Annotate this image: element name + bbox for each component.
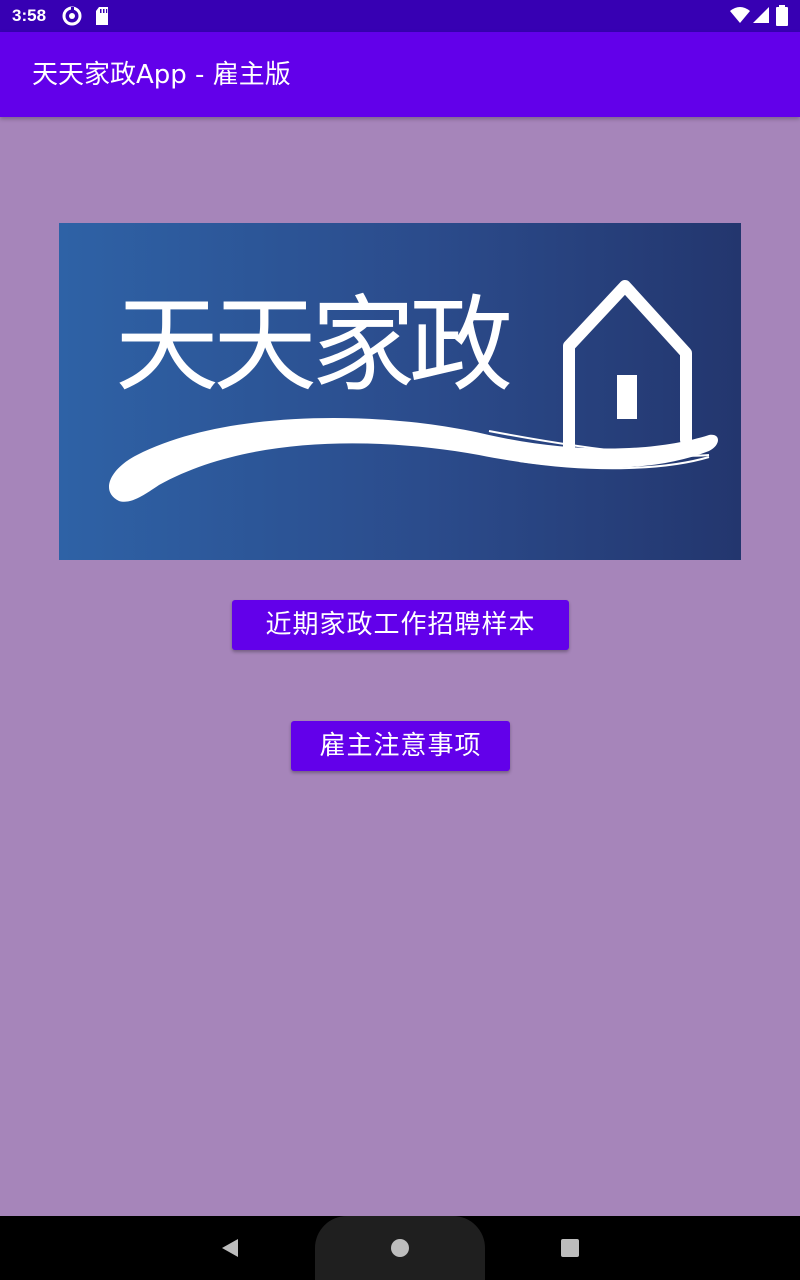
- logo-banner: 天天家政: [59, 223, 741, 560]
- back-icon[interactable]: [219, 1237, 241, 1263]
- house-wave-logo-icon: [108, 280, 719, 502]
- employer-notes-button[interactable]: 雇主注意事项: [291, 721, 510, 771]
- wifi-icon: [729, 5, 751, 29]
- app-title: 天天家政App - 雇主版: [32, 60, 291, 90]
- status-time: 3:58: [12, 6, 47, 25]
- data-saver-icon: [62, 6, 82, 30]
- screen: 3:58 天天家政App - 雇主版 天天家政 近期家政工作招聘样本 雇主注意事…: [0, 0, 800, 1280]
- sd-card-icon: [94, 6, 110, 30]
- battery-icon: [775, 5, 789, 31]
- status-bar: 3:58: [0, 0, 800, 32]
- navigation-bar: [0, 1216, 800, 1280]
- signal-icon: [752, 5, 770, 29]
- recents-icon[interactable]: [561, 1239, 579, 1261]
- home-icon[interactable]: [390, 1238, 410, 1262]
- app-bar: 天天家政App - 雇主版: [0, 32, 800, 117]
- job-samples-button[interactable]: 近期家政工作招聘样本: [232, 600, 569, 650]
